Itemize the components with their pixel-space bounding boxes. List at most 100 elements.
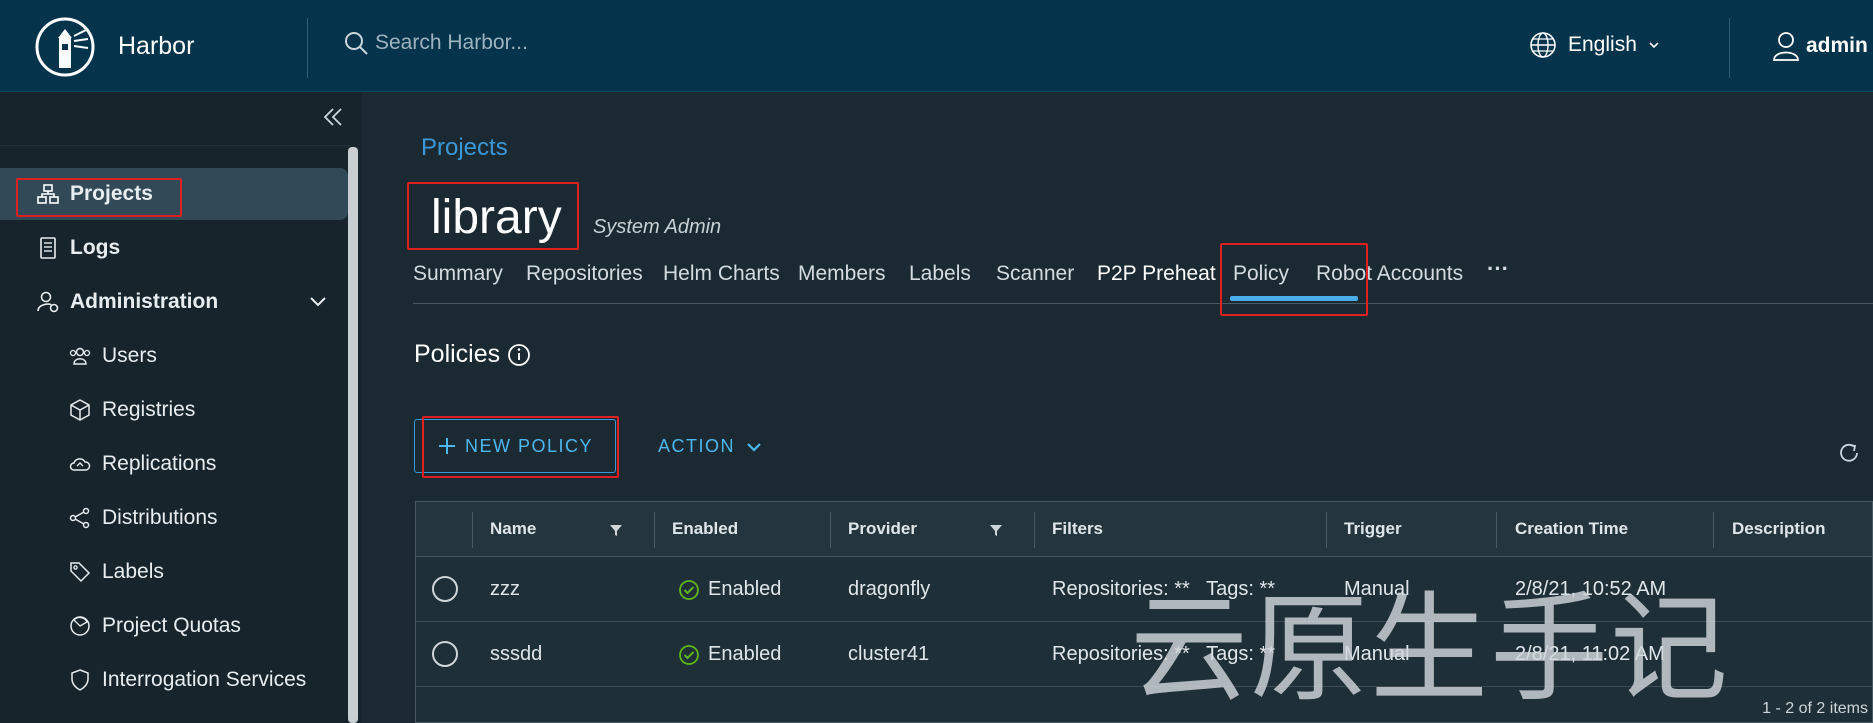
column-header-filters[interactable]: Filters <box>1052 519 1103 539</box>
tag-icon <box>68 560 92 584</box>
column-divider <box>1326 512 1327 548</box>
project-tabs: Summary Repositories Helm Charts Members… <box>413 256 1873 304</box>
tab-robot-accounts[interactable]: Robot Accounts <box>1316 262 1463 286</box>
table-header: Name Enabled Provider Filters Trigger Cr… <box>416 502 1872 557</box>
filter-icon[interactable] <box>989 523 1003 537</box>
column-divider <box>830 512 831 548</box>
sidebar-item-labels[interactable]: Labels <box>0 546 348 598</box>
info-icon[interactable] <box>506 342 532 368</box>
sidebar-scrollbar[interactable] <box>348 147 358 723</box>
language-selector[interactable]: English <box>1528 30 1661 60</box>
sidebar-item-projects[interactable]: Projects <box>0 168 348 220</box>
search-box[interactable]: Search Harbor... <box>343 30 528 56</box>
sidebar-item-administration[interactable]: Administration <box>0 276 348 328</box>
shield-icon <box>68 668 92 692</box>
tab-p2p-preheat[interactable]: P2P Preheat <box>1097 262 1216 286</box>
sidebar-item-label: Interrogation Services <box>102 668 307 691</box>
sidebar-item-replications[interactable]: Replications <box>0 438 348 490</box>
replications-icon <box>68 452 92 476</box>
sidebar-item-logs[interactable]: Logs <box>0 222 348 274</box>
tab-summary[interactable]: Summary <box>413 262 503 286</box>
main-content: Projects library System Admin Summary Re… <box>362 92 1873 723</box>
brand-name[interactable]: Harbor <box>118 32 194 61</box>
tab-scanner[interactable]: Scanner <box>996 262 1074 286</box>
sidebar-item-label: Replications <box>102 452 217 475</box>
cell-filters: Repositories: ** Tags: ** <box>1052 643 1276 665</box>
top-header: Harbor Search Harbor... English admin <box>0 0 1873 92</box>
tab-labels[interactable]: Labels <box>909 262 971 286</box>
column-header-trigger[interactable]: Trigger <box>1344 519 1402 539</box>
plus-icon <box>438 438 455 454</box>
sidebar-divider <box>0 145 350 146</box>
sidebar-item-registries[interactable]: Registries <box>0 384 348 436</box>
action-dropdown[interactable]: ACTION <box>658 436 763 457</box>
new-policy-label: NEW POLICY <box>464 435 594 456</box>
enabled-text: Enabled <box>708 578 782 600</box>
filter-icon[interactable] <box>609 523 623 537</box>
search-input[interactable]: Search Harbor... <box>375 31 528 55</box>
active-tab-indicator <box>1230 296 1358 301</box>
breadcrumb[interactable]: Projects <box>421 134 508 162</box>
project-quotas-icon <box>68 614 92 638</box>
column-divider <box>472 512 473 548</box>
distributions-icon <box>68 506 92 530</box>
sidebar-item-label: Labels <box>102 560 164 583</box>
tab-members[interactable]: Members <box>798 262 886 286</box>
search-icon <box>345 32 368 55</box>
section-title: Policies <box>414 340 532 369</box>
column-header-enabled[interactable]: Enabled <box>672 519 738 539</box>
cell-creation-time: 2/8/21, 11:02 AM <box>1515 643 1665 665</box>
sidebar-item-label: Distributions <box>102 506 218 529</box>
sidebar-item-label: Projects <box>70 182 153 205</box>
tab-policy[interactable]: Policy <box>1233 262 1289 286</box>
sidebar-item-interrogation-services[interactable]: Interrogation Services <box>0 654 348 706</box>
row-select-radio[interactable] <box>432 576 458 602</box>
sidebar-item-label: Users <box>102 344 157 367</box>
harbor-logo-icon[interactable] <box>34 16 96 78</box>
tab-helm-charts[interactable]: Helm Charts <box>663 262 780 286</box>
page-title: library <box>431 191 562 244</box>
role-label: System Admin <box>593 216 722 238</box>
column-header-description[interactable]: Description <box>1732 519 1826 539</box>
sidebar-item-label: Project Quotas <box>102 614 241 637</box>
projects-icon <box>36 182 60 206</box>
chevron-down-icon[interactable] <box>308 291 328 311</box>
collapse-sidebar-icon[interactable] <box>322 106 344 128</box>
action-label: ACTION <box>658 436 736 456</box>
sidebar-item-label: Administration <box>70 290 219 313</box>
table-row[interactable]: zzz Enabled dragonfly Repositories: ** T… <box>416 557 1872 622</box>
cell-creation-time: 2/8/21, 10:52 AM <box>1515 578 1667 600</box>
column-divider <box>654 512 655 548</box>
check-circle-icon <box>679 644 699 665</box>
column-header-name[interactable]: Name <box>490 519 536 539</box>
column-header-provider[interactable]: Provider <box>848 519 917 539</box>
sidebar: Projects Logs Administration Users Regis… <box>0 92 362 723</box>
cell-enabled: Enabled <box>678 643 781 666</box>
column-divider <box>1496 512 1497 548</box>
row-select-radio[interactable] <box>432 641 458 667</box>
column-header-creation-time[interactable]: Creation Time <box>1515 519 1628 539</box>
sidebar-item-distributions[interactable]: Distributions <box>0 492 348 544</box>
refresh-icon[interactable] <box>1836 440 1862 466</box>
chevron-down-icon <box>747 442 761 452</box>
table-row[interactable]: sssdd Enabled cluster41 Repositories: **… <box>416 622 1872 687</box>
sidebar-item-users[interactable]: Users <box>0 330 348 382</box>
column-divider <box>1034 512 1035 548</box>
tab-repositories[interactable]: Repositories <box>526 262 643 286</box>
cell-filters: Repositories: ** Tags: ** <box>1052 578 1276 600</box>
cell-trigger: Manual <box>1344 578 1410 600</box>
sidebar-item-project-quotas[interactable]: Project Quotas <box>0 600 348 652</box>
sidebar-item-label: Registries <box>102 398 196 421</box>
user-menu[interactable]: admin <box>1772 30 1868 62</box>
enabled-text: Enabled <box>708 643 782 665</box>
sidebar-item-label: Logs <box>70 236 121 259</box>
language-label: English <box>1568 33 1637 56</box>
pagination-count: 1 - 2 of 2 items <box>1762 700 1868 717</box>
check-circle-icon <box>679 579 699 600</box>
new-policy-button[interactable]: NEW POLICY <box>414 419 616 473</box>
users-icon <box>68 344 92 368</box>
policies-table: Name Enabled Provider Filters Trigger Cr… <box>415 501 1873 723</box>
user-name: admin <box>1806 34 1868 57</box>
more-tabs-button[interactable]: ··· <box>1487 256 1509 282</box>
cell-name: zzz <box>490 578 520 600</box>
